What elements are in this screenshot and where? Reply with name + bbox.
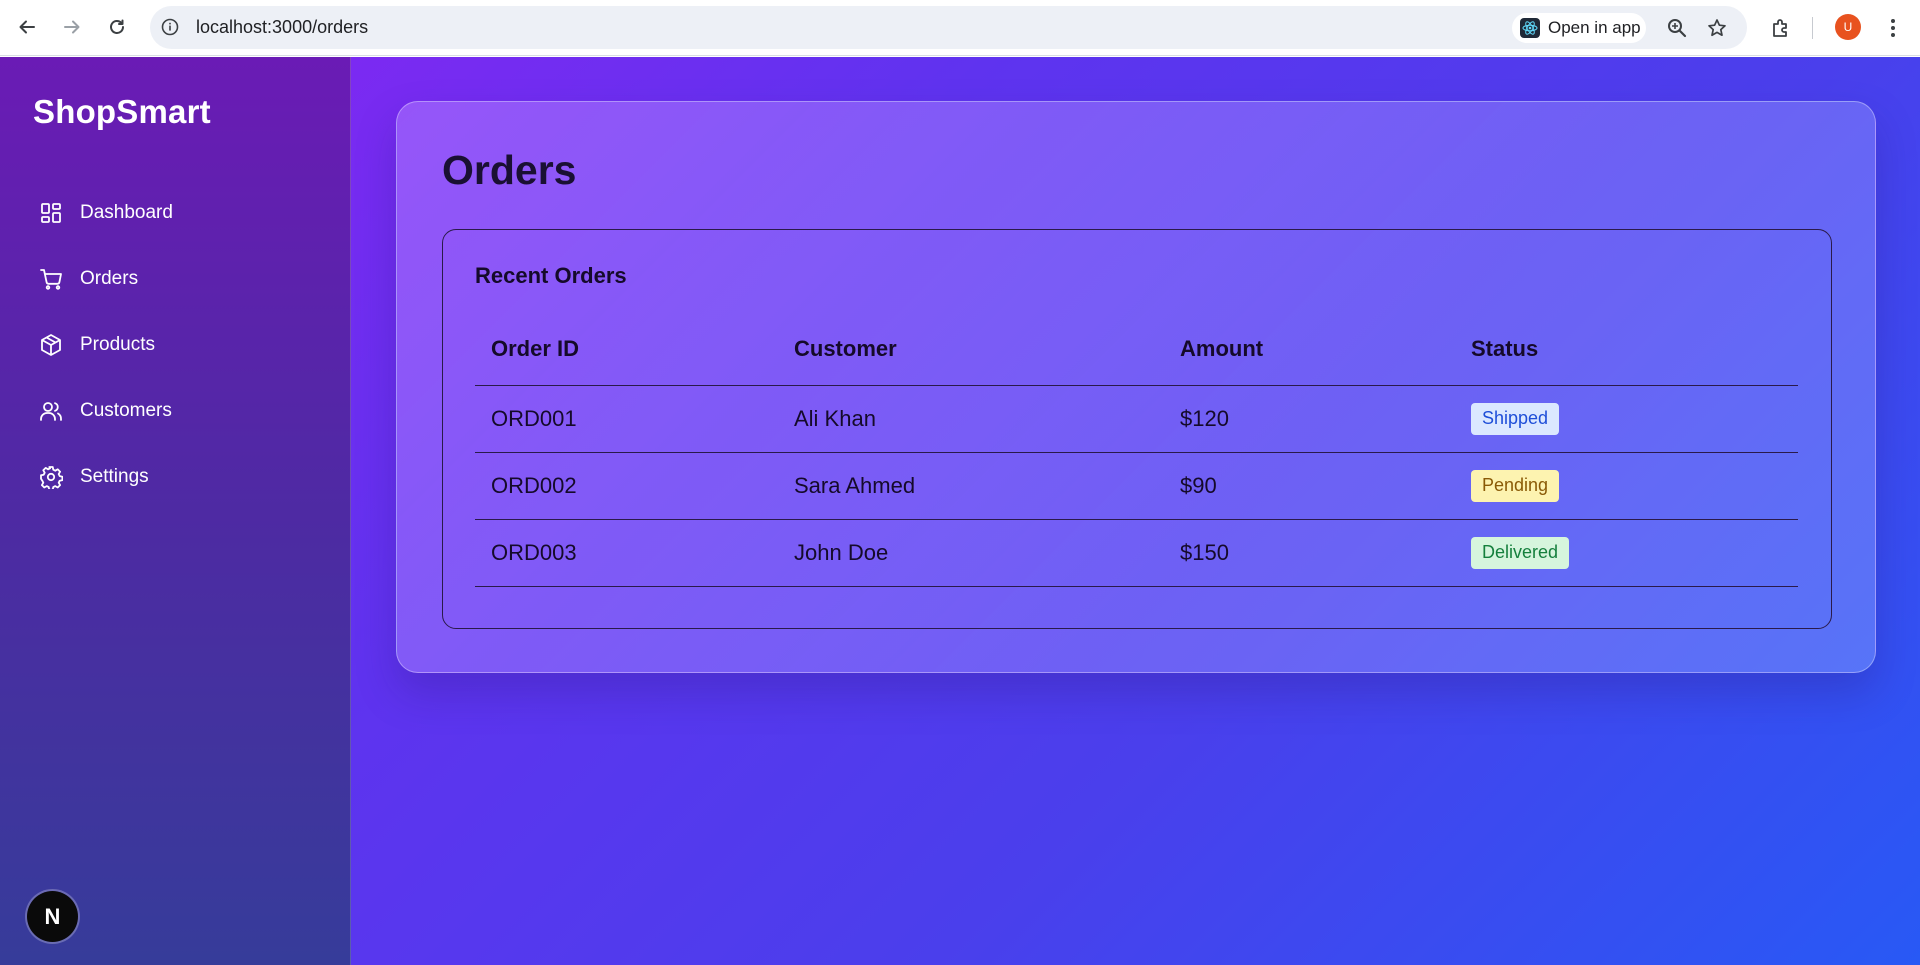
recent-orders-panel: Recent Orders Order ID Customer Amount S… [442, 229, 1832, 629]
customer-cell: Ali Khan [778, 385, 1164, 453]
sidebar-item-orders[interactable]: Orders [38, 264, 328, 294]
table-row[interactable]: ORD002 Sara Ahmed $90 Pending [475, 452, 1798, 520]
zoom-icon[interactable] [1662, 13, 1692, 43]
sidebar: ShopSmart Dashboard Orders Products Cust… [0, 57, 351, 965]
box-icon [38, 332, 64, 358]
dashboard-icon [38, 200, 64, 226]
sidebar-item-label: Orders [80, 268, 139, 289]
sidebar-item-label: Settings [80, 466, 149, 487]
sidebar-item-products[interactable]: Products [38, 330, 328, 360]
app-root: ShopSmart Dashboard Orders Products Cust… [0, 57, 1920, 965]
section-title: Recent Orders [475, 263, 627, 288]
amount-cell: $90 [1164, 452, 1455, 520]
status-cell: Pending [1455, 452, 1798, 520]
table-row[interactable]: ORD003 John Doe $150 Delivered [475, 519, 1798, 587]
page-title: Orders [442, 147, 577, 193]
react-app-icon [1520, 18, 1540, 38]
column-header: Status [1455, 305, 1798, 386]
column-header: Amount [1164, 305, 1455, 386]
sidebar-item-label: Products [80, 334, 155, 355]
back-button[interactable] [11, 11, 43, 43]
brand-logo[interactable]: ShopSmart [33, 93, 211, 131]
customer-cell: Sara Ahmed [778, 452, 1164, 520]
table-row[interactable]: ORD001 Ali Khan $120 Shipped [475, 385, 1798, 453]
orders-table: Order ID Customer Amount Status ORD001 A… [475, 305, 1798, 587]
more-menu-icon[interactable] [1882, 13, 1904, 43]
extensions-icon[interactable] [1766, 13, 1796, 43]
sidebar-item-customers[interactable]: Customers [38, 396, 328, 426]
browser-toolbar: localhost:3000/orders Open in app U [0, 0, 1920, 56]
order-id-cell: ORD001 [475, 385, 778, 453]
sidebar-item-label: Dashboard [80, 202, 173, 223]
nextjs-dev-badge[interactable]: N [27, 891, 78, 942]
open-in-app-button[interactable]: Open in app [1512, 13, 1646, 43]
url-text[interactable]: localhost:3000/orders [196, 17, 368, 37]
profile-avatar[interactable]: U [1835, 14, 1861, 40]
bookmark-star-icon[interactable] [1702, 13, 1732, 43]
sidebar-item-dashboard[interactable]: Dashboard [38, 198, 328, 228]
column-header: Order ID [475, 305, 778, 386]
back-arrow-icon [19, 20, 35, 34]
column-header: Customer [778, 305, 1164, 386]
reload-icon [110, 19, 124, 34]
site-info-icon[interactable] [160, 17, 180, 37]
order-id-cell: ORD002 [475, 452, 778, 520]
amount-cell: $120 [1164, 385, 1455, 453]
users-icon [38, 398, 64, 424]
status-cell: Delivered [1455, 519, 1798, 587]
status-cell: Shipped [1455, 385, 1798, 453]
order-id-cell: ORD003 [475, 519, 778, 587]
status-badge: Shipped [1471, 402, 1560, 435]
forward-button[interactable] [56, 11, 88, 43]
table-header-row: Order ID Customer Amount Status [475, 305, 1798, 386]
open-in-app-label: Open in app [1548, 18, 1641, 37]
cart-icon [38, 266, 64, 292]
amount-cell: $150 [1164, 519, 1455, 587]
forward-arrow-icon [64, 20, 80, 34]
gear-icon [38, 464, 64, 490]
reload-button[interactable] [101, 11, 133, 43]
address-bar[interactable] [150, 6, 1747, 49]
customer-cell: John Doe [778, 519, 1164, 587]
status-badge: Delivered [1471, 536, 1570, 569]
toolbar-divider [1812, 17, 1813, 39]
sidebar-item-settings[interactable]: Settings [38, 462, 328, 492]
sidebar-item-label: Customers [80, 400, 172, 421]
status-badge: Pending [1471, 469, 1560, 502]
orders-card: Orders Recent Orders Order ID Customer A… [396, 101, 1876, 673]
